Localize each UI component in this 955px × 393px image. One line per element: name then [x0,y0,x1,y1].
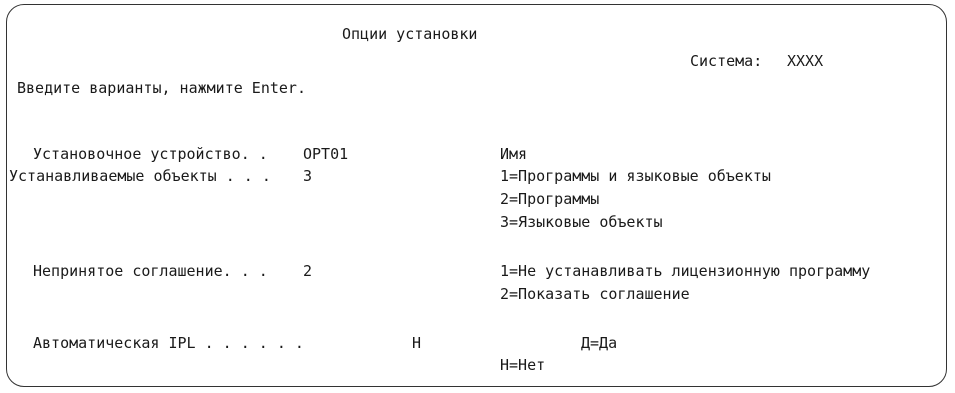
objects-to-install-label: Устанавливаемые объекты . . . [9,167,271,185]
system-name: XXXX [787,52,824,70]
unaccepted-agreement-label: Непринятое соглашение. . . [33,262,268,280]
instruction-text: Введите варианты, нажмите Enter. [17,79,306,97]
objects-option-1: 1=Программы и языковые объекты [500,167,771,185]
agreement-option-1: 1=Не устанавливать лицензионную программ… [500,262,871,280]
agreement-option-2: 2=Показать соглашение [500,285,690,303]
objects-option-2: 2=Программы [500,190,600,208]
objects-option-3: 3=Языковые объекты [500,213,663,231]
ipl-option-no: Н=Нет [500,356,546,374]
screen-title: Опции установки [342,25,478,43]
unaccepted-agreement-input[interactable]: 2 [303,262,312,280]
objects-to-install-input[interactable]: 3 [303,167,312,185]
install-device-input[interactable]: OPT01 [303,145,348,163]
ipl-option-yes: Д=Да [581,334,618,352]
automatic-ipl-label: Автоматическая IPL . . . . . . [33,334,304,352]
automatic-ipl-input[interactable]: Н [412,334,421,352]
install-device-hint: Имя [500,145,528,163]
system-label: Система: [690,52,763,70]
install-device-label: Установочное устройство. . [33,145,268,163]
